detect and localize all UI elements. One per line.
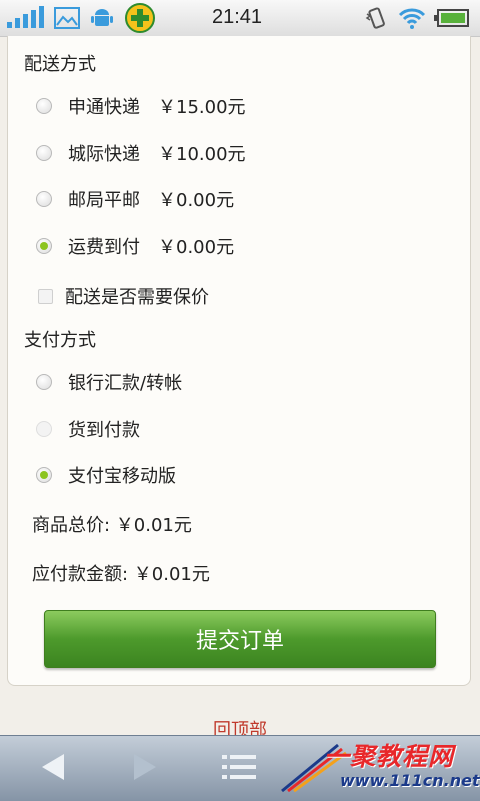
submit-order-button[interactable]: 提交订单 [44,610,436,668]
payment-option-label: 银行汇款/转帐 [68,373,183,394]
shipping-radio[interactable] [36,98,52,114]
signal-icon [7,6,44,28]
shipping-option[interactable]: 申通快递 ￥15.00元 [36,92,246,120]
vibrate-icon [365,7,385,29]
watermark-logo: 一聚教程网 www.111cn.net [278,733,480,799]
battery-icon [434,9,469,27]
back-arrow-icon[interactable] [40,752,66,782]
shipping-option[interactable]: 运费到付 ￥0.00元 [36,232,234,260]
status-time: 21:41 [212,6,263,28]
insurance-option[interactable]: 配送是否需要保价 [38,282,209,310]
payment-radio[interactable] [36,374,52,390]
shipping-option-label: 城际快递 [68,144,140,165]
shipping-option-price: ￥15.00元 [158,97,246,118]
shipping-option-price: ￥10.00元 [158,144,246,165]
payment-section-title: 支付方式 [24,330,96,351]
order-form-card: 配送方式 申通快递 ￥15.00元 城际快递 ￥10.00元 邮局平邮 ￥0.0… [7,36,471,686]
shipping-option[interactable]: 邮局平邮 ￥0.00元 [36,185,234,213]
shipping-radio-selected[interactable] [36,238,52,254]
goods-total: 商品总价: ￥0.01元 [32,515,192,536]
shipping-option-price: ￥0.00元 [158,190,235,211]
shipping-section-title: 配送方式 [24,54,96,75]
android-icon [91,9,113,26]
payment-radio-selected[interactable] [36,467,52,483]
payment-radio-disabled[interactable] [36,421,52,437]
insurance-label: 配送是否需要保价 [65,287,209,308]
image-icon [54,7,80,29]
watermark-url: www.111cn.net [340,771,480,790]
shipping-option-price: ￥0.00元 [158,237,235,258]
wifi-icon [398,8,426,29]
menu-icon[interactable] [222,752,256,782]
shipping-option-label: 申通快递 [68,97,140,118]
status-bar: 21:41 [0,0,480,37]
amount-due: 应付款金额: ￥0.01元 [32,564,210,585]
payment-option[interactable]: 支付宝移动版 [36,461,176,489]
shipping-option[interactable]: 城际快递 ￥10.00元 [36,139,246,167]
payment-option-disabled[interactable]: 货到付款 [36,415,140,443]
payment-option-label: 货到付款 [68,420,140,441]
shipping-radio[interactable] [36,191,52,207]
forward-arrow-icon[interactable] [132,752,158,782]
shipping-option-label: 运费到付 [68,237,140,258]
shipping-radio[interactable] [36,145,52,161]
payment-option-label: 支付宝移动版 [68,466,176,487]
shipping-option-label: 邮局平邮 [68,190,140,211]
security-app-icon [125,3,155,33]
watermark-brand: 一聚教程网 [324,742,455,771]
payment-option[interactable]: 银行汇款/转帐 [36,368,182,396]
insurance-checkbox[interactable] [38,288,53,304]
